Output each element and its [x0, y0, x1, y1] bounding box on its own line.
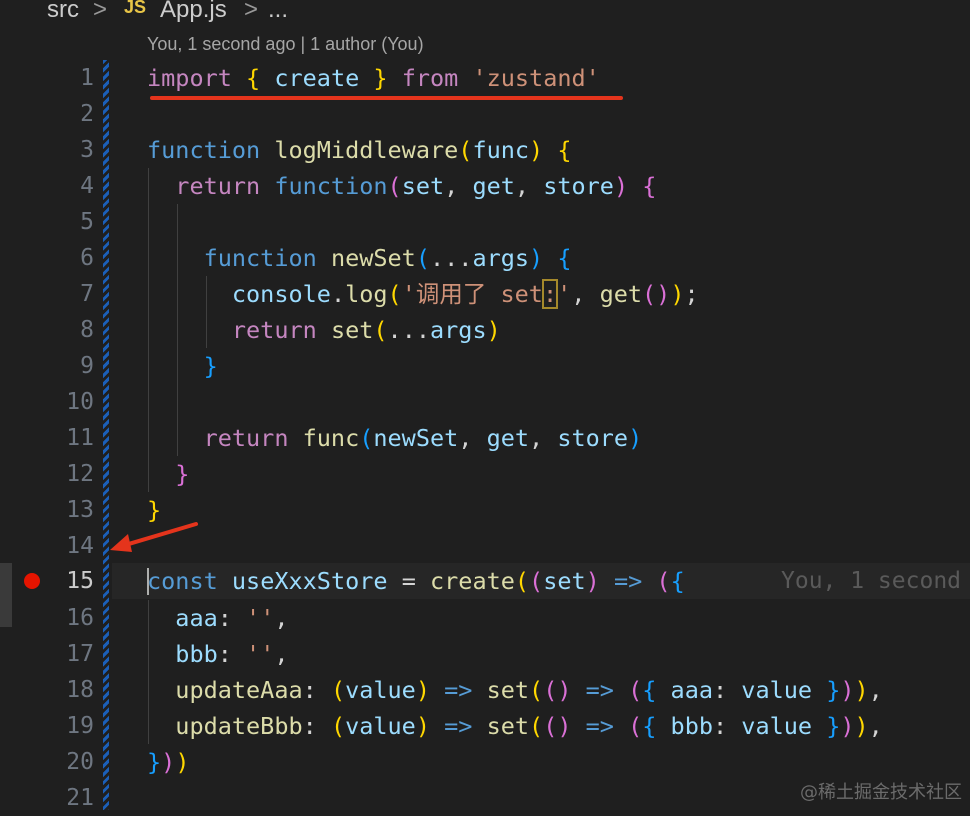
- line-number: 8: [80, 317, 94, 343]
- code-line[interactable]: 7 console.log('调用了 set:', get());: [0, 276, 970, 312]
- code-line[interactable]: 5: [0, 204, 970, 240]
- chevron-right-icon: >: [93, 0, 108, 23]
- inline-blame-annotation: You, 1 second: [781, 568, 962, 594]
- code-line[interactable]: 6 function newSet(...args) {: [0, 240, 970, 276]
- javascript-file-icon: JS: [124, 0, 147, 17]
- line-number: 18: [66, 677, 94, 703]
- breadcrumb-folder[interactable]: src: [47, 0, 79, 24]
- chevron-right-icon: >: [244, 0, 259, 23]
- code-line[interactable]: 17 bbb: '',: [0, 636, 970, 672]
- line-number: 17: [66, 641, 94, 667]
- line-number: 13: [66, 497, 94, 523]
- code-line[interactable]: 1 import { create } from 'zustand': [0, 60, 970, 96]
- breakpoint-icon[interactable]: [24, 573, 40, 589]
- line-number: 4: [80, 173, 94, 199]
- line-number: 3: [80, 137, 94, 163]
- line-number: 7: [80, 281, 94, 307]
- line-number: 6: [80, 245, 94, 271]
- breadcrumb: src > JS App.js > ...: [0, 0, 970, 26]
- line-number: 14: [66, 533, 94, 559]
- code-line[interactable]: 11 return func(newSet, get, store): [0, 420, 970, 456]
- line-number: 20: [66, 749, 94, 775]
- line-number: 10: [66, 389, 94, 415]
- selection-highlight: :: [541, 279, 559, 309]
- code-line[interactable]: 2: [0, 96, 970, 132]
- line-number: 12: [66, 461, 94, 487]
- line-number: 19: [66, 713, 94, 739]
- line-number: 9: [80, 353, 94, 379]
- line-number: 15: [66, 568, 94, 594]
- watermark: @稀土掘金技术社区: [800, 782, 962, 803]
- line-number: 11: [66, 425, 94, 451]
- code-line[interactable]: 8 return set(...args): [0, 312, 970, 348]
- line-number: 16: [66, 605, 94, 631]
- line-number: 5: [80, 209, 94, 235]
- code-line[interactable]: 9 }: [0, 348, 970, 384]
- code-line[interactable]: 4 return function(set, get, store) {: [0, 168, 970, 204]
- red-arrow-annotation-icon: [110, 522, 198, 552]
- code-line[interactable]: 18 updateAaa: (value) => set(() => ({ aa…: [0, 672, 970, 708]
- breadcrumb-symbol-more[interactable]: ...: [268, 0, 288, 24]
- code-line[interactable]: 3 function logMiddleware(func) {: [0, 132, 970, 168]
- code-line[interactable]: 19 updateBbb: (value) => set(() => ({ bb…: [0, 708, 970, 744]
- code-line[interactable]: 12 }: [0, 456, 970, 492]
- text-cursor: [147, 568, 149, 595]
- code-line[interactable]: 20 })): [0, 744, 970, 780]
- line-number: 2: [80, 101, 94, 127]
- codelens-blame-header[interactable]: You, 1 second ago | 1 author (You): [147, 34, 424, 55]
- code-line[interactable]: 10: [0, 384, 970, 420]
- breadcrumb-file[interactable]: App.js: [160, 0, 227, 24]
- line-number: 21: [66, 785, 94, 811]
- line-number: 1: [80, 65, 94, 91]
- code-line[interactable]: 16 aaa: '',: [0, 600, 970, 636]
